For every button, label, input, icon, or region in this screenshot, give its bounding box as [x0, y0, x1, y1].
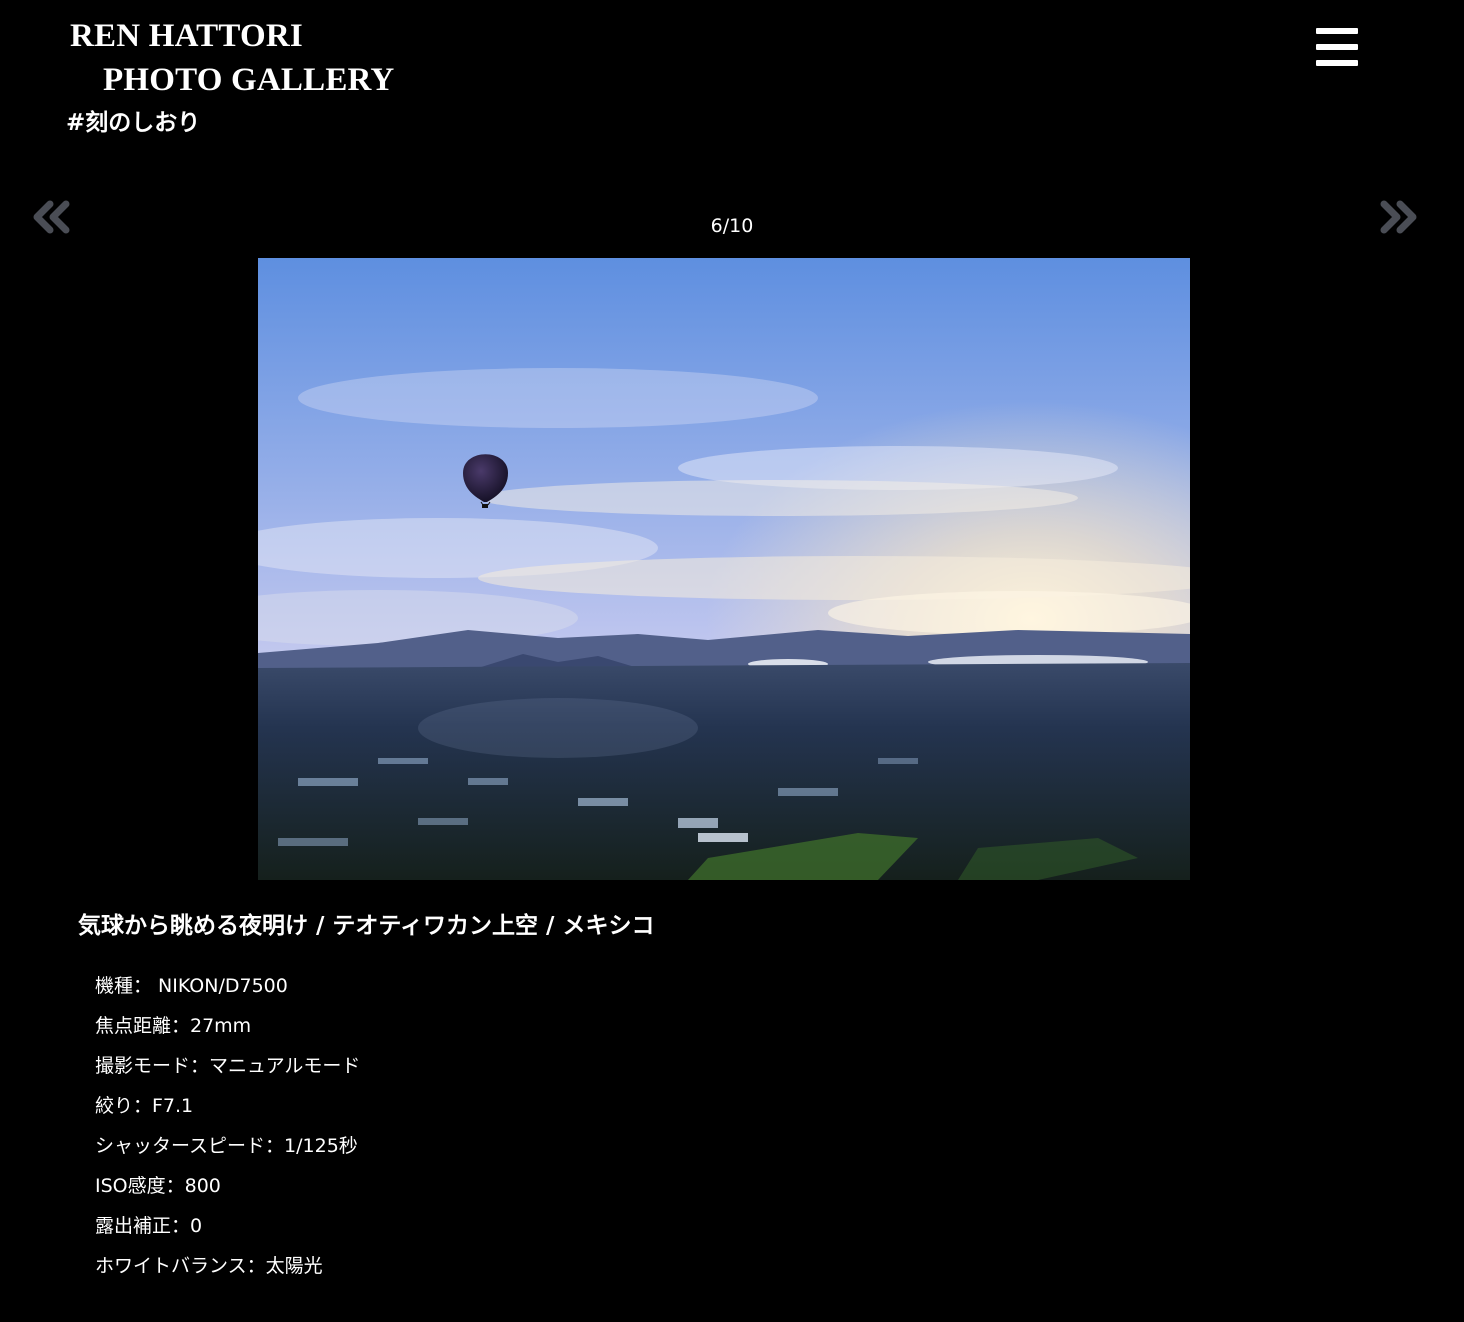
- menu-bar: [1316, 44, 1358, 50]
- site-title[interactable]: REN HATTORI PHOTO GALLERY: [70, 14, 394, 102]
- menu-bar: [1316, 28, 1358, 34]
- menu-bar: [1316, 60, 1358, 66]
- photo-title: 気球から眺める夜明け / テオティワカン上空 / メキシコ: [78, 913, 655, 939]
- spec-exposure-compensation: 露出補正：0: [95, 1215, 203, 1237]
- photo-specs-list: 機種： NIKON/D7500 焦点距離：27mm 撮影モード：マニュアルモード…: [95, 966, 360, 1286]
- spec-focal-length: 焦点距離：27mm: [95, 1015, 252, 1037]
- spec-shutter-speed: シャッタースピード：1/125秒: [95, 1135, 358, 1157]
- site-title-line2: PHOTO GALLERY: [103, 62, 395, 98]
- spec-camera: 機種： NIKON/D7500: [95, 975, 288, 997]
- photo-counter: 6/10: [710, 215, 754, 237]
- photo-image: [258, 258, 1190, 880]
- spec-shooting-mode: 撮影モード：マニュアルモード: [95, 1055, 361, 1077]
- site-title-line1: REN HATTORI: [70, 18, 303, 54]
- hamburger-menu-icon[interactable]: [1316, 28, 1358, 68]
- gallery-photo[interactable]: [258, 258, 1190, 880]
- spec-iso: ISO感度：800: [95, 1175, 221, 1197]
- spec-aperture: 絞り：F7.1: [95, 1095, 194, 1117]
- spec-white-balance: ホワイトバランス：太陽光: [95, 1255, 323, 1277]
- site-tagline: #刻のしおり: [66, 110, 201, 136]
